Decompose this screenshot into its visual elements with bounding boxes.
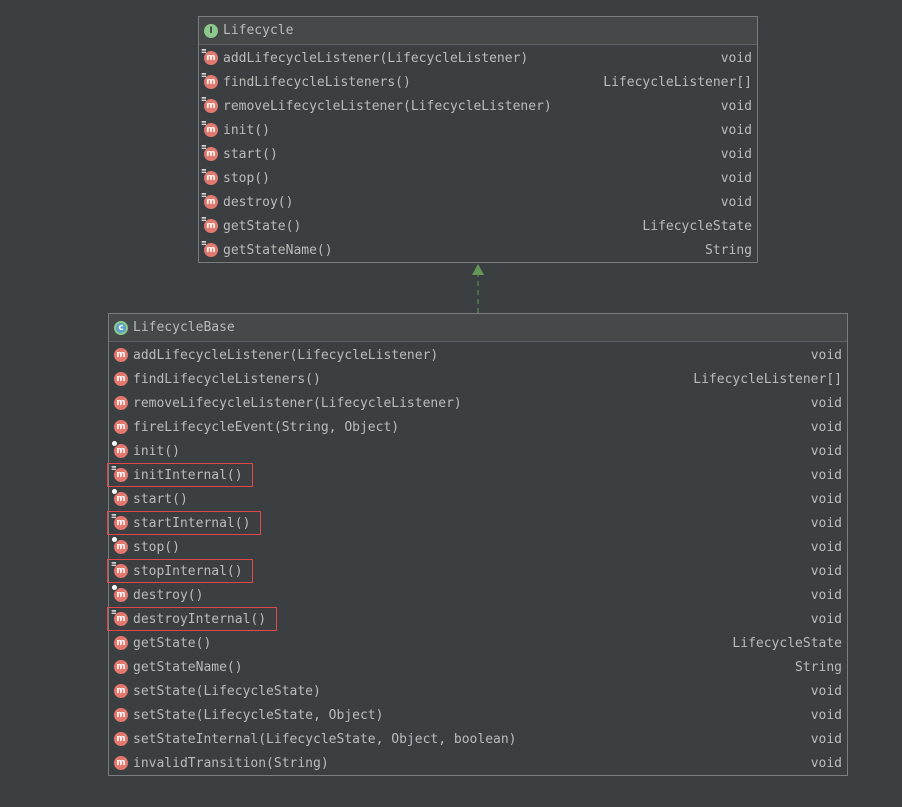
method-icon: m: [114, 636, 128, 650]
return-type: void: [810, 491, 842, 507]
method-name: init(): [133, 443, 180, 459]
return-type: void: [810, 539, 842, 555]
method-name: setState(LifecycleState): [133, 683, 321, 699]
return-type: void: [810, 731, 842, 747]
method-row[interactable]: m removeLifecycleListener(LifecycleListen…: [109, 391, 847, 415]
method-row[interactable]: m fireLifecycleEvent(String, Object) void: [109, 415, 847, 439]
method-name: setState(LifecycleState, Object): [133, 707, 384, 723]
return-type: void: [810, 611, 842, 627]
method-row[interactable]: m ≡ stopInternal() void: [107, 559, 847, 583]
method-name: start(): [133, 491, 188, 507]
method-row[interactable]: m getStateName() String: [109, 655, 847, 679]
method-name: invalidTransition(String): [133, 755, 329, 771]
return-type: void: [810, 587, 842, 603]
method-icon: m: [114, 420, 128, 434]
method-row[interactable]: m init() void: [109, 439, 847, 463]
method-row[interactable]: m setState(LifecycleState) void: [109, 679, 847, 703]
final-method-icon: m: [111, 584, 128, 602]
method-row[interactable]: m findLifecycleListeners() LifecycleListen…: [109, 367, 847, 391]
method-icon: m: [114, 756, 128, 770]
method-row[interactable]: m getState() LifecycleState: [109, 631, 847, 655]
method-row[interactable]: m setState(LifecycleState, Object) void: [109, 703, 847, 727]
class-header[interactable]: c LifecycleBase: [109, 314, 847, 342]
method-row[interactable]: m start() void: [109, 487, 847, 511]
method-name: getState(): [133, 635, 212, 651]
method-name: destroy(): [133, 587, 204, 603]
method-name: removeLifecycleListener(LifecycleListene…: [133, 395, 462, 411]
method-row[interactable]: m setStateInternal(LifecycleState, Object…: [109, 727, 847, 751]
method-name: stop(): [133, 539, 180, 555]
implements-arrow-head: [472, 264, 484, 275]
method-icon: m: [114, 660, 128, 674]
method-row[interactable]: m ≡ initInternal() void: [107, 463, 847, 487]
return-type: void: [810, 707, 842, 723]
class-method-list: m addLifecycleListener(LifecycleListener)…: [107, 342, 847, 775]
return-type: void: [810, 467, 842, 483]
return-type: void: [810, 347, 842, 363]
method-name: fireLifecycleEvent(String, Object): [133, 419, 400, 435]
class-title: LifecycleBase: [133, 320, 235, 335]
method-row[interactable]: m ≡ startInternal() void: [107, 511, 847, 535]
final-method-icon: m: [111, 536, 128, 554]
highlight-box: [107, 607, 277, 631]
method-icon: m: [114, 348, 128, 362]
return-type: void: [810, 515, 842, 531]
method-icon: m: [114, 732, 128, 746]
method-icon: m: [114, 684, 128, 698]
method-name: addLifecycleListener(LifecycleListener): [133, 347, 439, 363]
return-type: void: [810, 683, 842, 699]
return-type: void: [810, 443, 842, 459]
method-row[interactable]: m ≡ destroyInternal() void: [107, 607, 847, 631]
method-row[interactable]: m addLifecycleListener(LifecycleListener)…: [109, 343, 847, 367]
return-type: String: [795, 659, 842, 675]
abstract-class-icon: c: [114, 320, 128, 335]
class-lifecyclebase[interactable]: c LifecycleBase m addLifecycleListener(Li…: [107, 313, 848, 776]
method-name: getStateName(): [133, 659, 243, 675]
highlight-box: [107, 463, 253, 487]
return-type: void: [810, 395, 842, 411]
return-type: void: [810, 419, 842, 435]
method-name: setStateInternal(LifecycleState, Object,…: [133, 731, 517, 747]
method-row[interactable]: m stop() void: [109, 535, 847, 559]
final-method-icon: m: [111, 440, 128, 458]
method-row[interactable]: m invalidTransition(String) void: [109, 751, 847, 775]
return-type: void: [810, 563, 842, 579]
highlight-box: [107, 511, 261, 535]
final-method-icon: m: [111, 488, 128, 506]
return-type: void: [810, 755, 842, 771]
method-row[interactable]: m destroy() void: [109, 583, 847, 607]
return-type: LifecycleState: [732, 635, 842, 651]
highlight-box: [107, 559, 253, 583]
return-type: LifecycleListener[]: [693, 371, 842, 387]
method-name: findLifecycleListeners(): [133, 371, 321, 387]
method-icon: m: [114, 372, 128, 386]
method-icon: m: [114, 708, 128, 722]
method-icon: m: [114, 396, 128, 410]
